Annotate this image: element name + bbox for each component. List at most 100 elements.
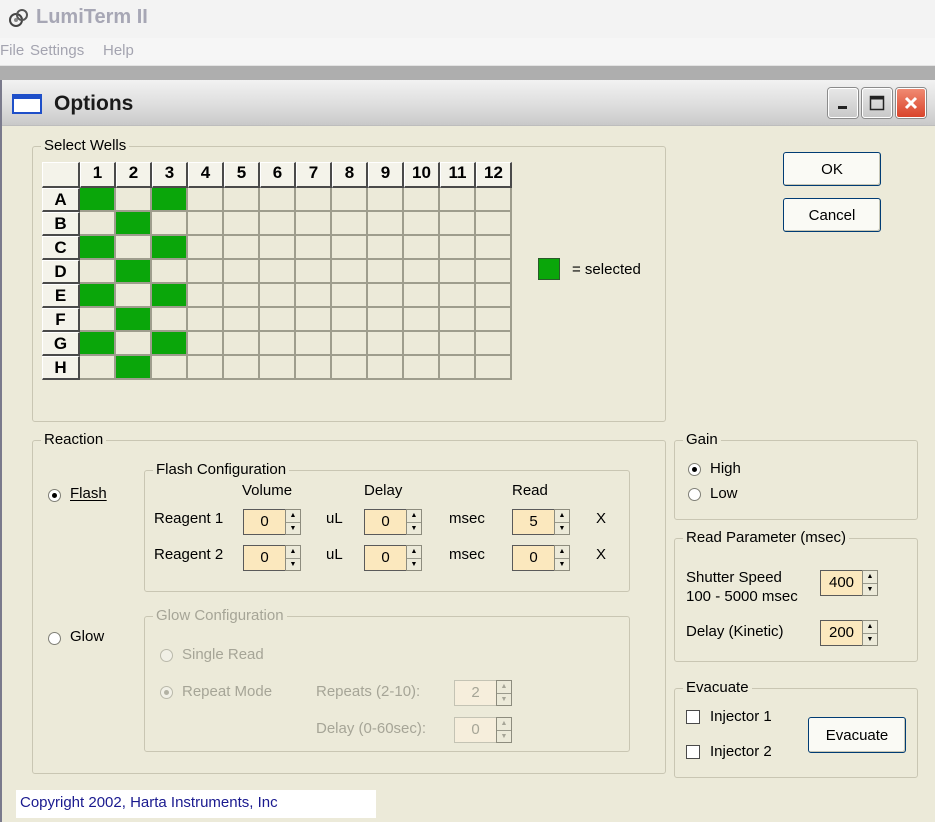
spin-up-icon[interactable]: ▲ [407,546,421,558]
well-H11[interactable] [440,356,476,380]
single-read-radio[interactable] [160,649,173,662]
well-C5[interactable] [224,236,260,260]
close-button[interactable] [896,88,926,118]
well-B10[interactable] [404,212,440,236]
row-header-A[interactable]: A [42,188,80,212]
well-C7[interactable] [296,236,332,260]
spin-down-icon[interactable]: ▼ [497,692,511,706]
spin-down-icon[interactable]: ▼ [863,632,877,646]
well-D9[interactable] [368,260,404,284]
row-header-D[interactable]: D [42,260,80,284]
row-header-F[interactable]: F [42,308,80,332]
well-E7[interactable] [296,284,332,308]
well-E4[interactable] [188,284,224,308]
injector2-label[interactable]: Injector 2 [710,743,772,760]
well-H4[interactable] [188,356,224,380]
column-header-4[interactable]: 4 [188,162,224,188]
spin-up-icon[interactable]: ▲ [286,546,300,558]
spin-up-icon[interactable]: ▲ [555,510,569,522]
well-C4[interactable] [188,236,224,260]
menu-file[interactable]: File [0,42,24,59]
spin-up-icon[interactable]: ▲ [497,718,511,730]
spin-up-icon[interactable]: ▲ [407,510,421,522]
reagent1-delay-value[interactable]: 0 [364,509,406,535]
well-E12[interactable] [476,284,512,308]
well-D6[interactable] [260,260,296,284]
spin-up-icon[interactable]: ▲ [555,546,569,558]
delay-kinetic-spinner[interactable]: 200 ▲ ▼ [820,620,878,646]
well-G7[interactable] [296,332,332,356]
menu-settings[interactable]: Settings [30,42,84,59]
reagent1-delay-spinner[interactable]: 0 ▲ ▼ [364,509,422,535]
ok-button[interactable]: OK [783,152,881,186]
spin-up-icon[interactable]: ▲ [286,510,300,522]
row-header-C[interactable]: C [42,236,80,260]
well-D7[interactable] [296,260,332,284]
well-B1[interactable] [80,212,116,236]
well-B11[interactable] [440,212,476,236]
well-F8[interactable] [332,308,368,332]
well-A8[interactable] [332,188,368,212]
well-G9[interactable] [368,332,404,356]
well-H12[interactable] [476,356,512,380]
well-G4[interactable] [188,332,224,356]
well-F11[interactable] [440,308,476,332]
glow-delay-value[interactable]: 0 [454,717,496,743]
well-A12[interactable] [476,188,512,212]
well-D2[interactable] [116,260,152,284]
well-F5[interactable] [224,308,260,332]
well-D5[interactable] [224,260,260,284]
evacuate-button[interactable]: Evacuate [808,717,906,753]
column-header-10[interactable]: 10 [404,162,440,188]
well-G1[interactable] [80,332,116,356]
spin-up-icon[interactable]: ▲ [497,681,511,693]
well-E6[interactable] [260,284,296,308]
well-F10[interactable] [404,308,440,332]
spin-down-icon[interactable]: ▼ [407,557,421,571]
well-G11[interactable] [440,332,476,356]
well-F4[interactable] [188,308,224,332]
well-E5[interactable] [224,284,260,308]
well-F1[interactable] [80,308,116,332]
spin-up-icon[interactable]: ▲ [863,621,877,633]
column-header-1[interactable]: 1 [80,162,116,188]
reagent1-volume-spinner[interactable]: 0 ▲ ▼ [243,509,301,535]
well-H7[interactable] [296,356,332,380]
repeat-mode-radio[interactable] [160,686,173,699]
well-B8[interactable] [332,212,368,236]
gain-high-radio[interactable] [688,463,701,476]
reagent2-read-spinner[interactable]: 0 ▲ ▼ [512,545,570,571]
well-A11[interactable] [440,188,476,212]
column-header-12[interactable]: 12 [476,162,512,188]
cancel-button[interactable]: Cancel [783,198,881,232]
well-H1[interactable] [80,356,116,380]
well-A2[interactable] [116,188,152,212]
spin-down-icon[interactable]: ▼ [555,521,569,535]
injector1-label[interactable]: Injector 1 [710,708,772,725]
reagent2-delay-spinner[interactable]: 0 ▲ ▼ [364,545,422,571]
injector1-checkbox[interactable] [686,710,700,724]
well-B4[interactable] [188,212,224,236]
menu-help[interactable]: Help [103,42,134,59]
well-F7[interactable] [296,308,332,332]
well-B2[interactable] [116,212,152,236]
repeats-spinner[interactable]: 2 ▲ ▼ [454,680,512,706]
well-F9[interactable] [368,308,404,332]
repeats-value[interactable]: 2 [454,680,496,706]
row-header-E[interactable]: E [42,284,80,308]
well-E11[interactable] [440,284,476,308]
reagent2-read-value[interactable]: 0 [512,545,554,571]
well-A7[interactable] [296,188,332,212]
well-C12[interactable] [476,236,512,260]
column-header-3[interactable]: 3 [152,162,188,188]
glow-radio-label[interactable]: Glow [70,628,104,645]
well-B7[interactable] [296,212,332,236]
well-A9[interactable] [368,188,404,212]
minimize-button[interactable] [828,88,858,118]
flash-radio-label[interactable]: Flash [70,485,107,502]
well-G2[interactable] [116,332,152,356]
well-D4[interactable] [188,260,224,284]
well-A3[interactable] [152,188,188,212]
well-B6[interactable] [260,212,296,236]
reagent2-delay-value[interactable]: 0 [364,545,406,571]
